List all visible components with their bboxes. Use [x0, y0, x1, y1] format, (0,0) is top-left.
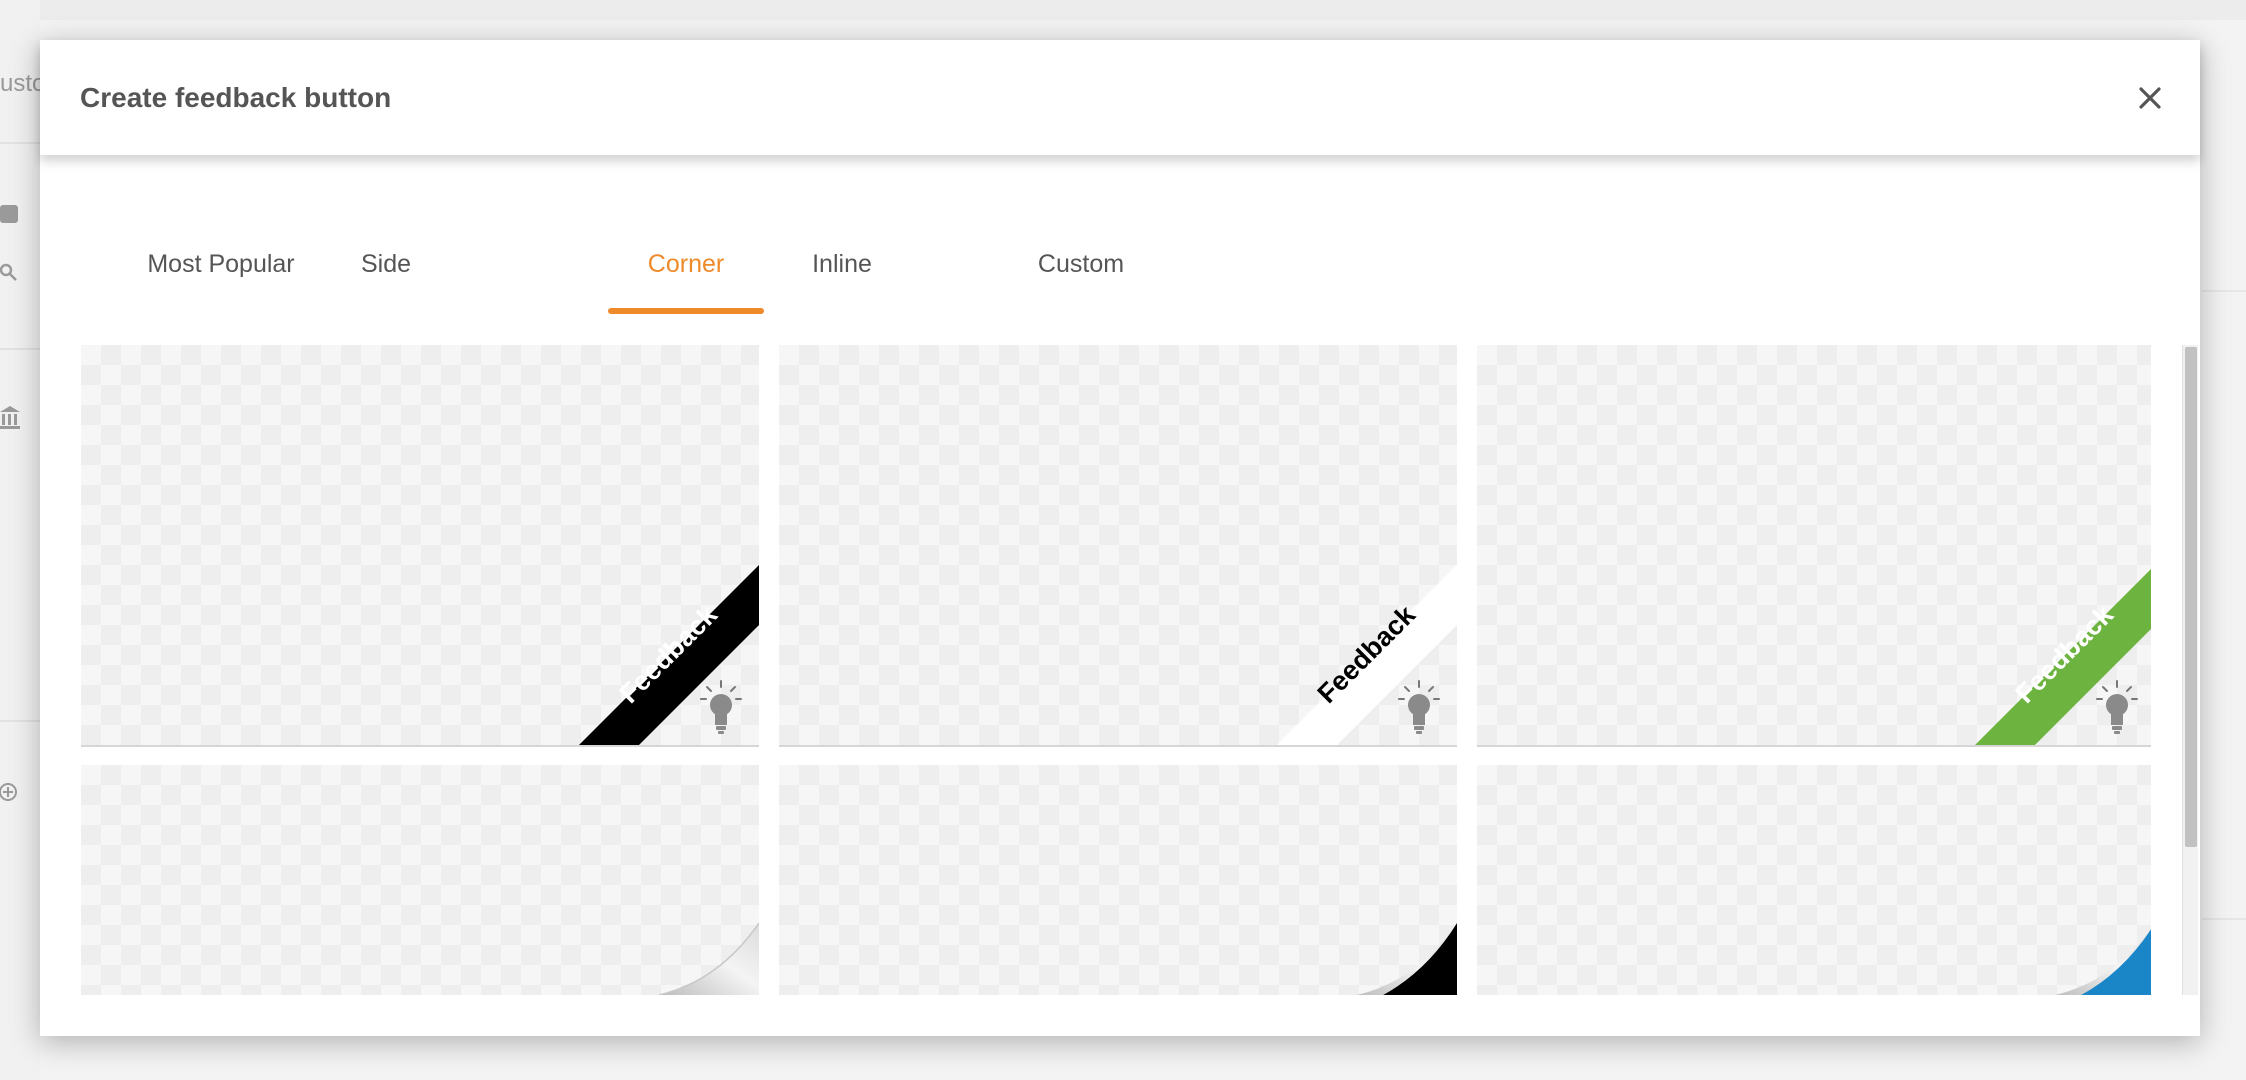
active-tab-indicator: [608, 308, 764, 314]
lightbulb-icon: [1397, 679, 1441, 737]
corner-ribbon-black-card[interactable]: Feedback: [81, 345, 759, 747]
page-curl-blue-card[interactable]: [1477, 765, 2151, 995]
page-curl-black-card[interactable]: [779, 765, 1457, 995]
dialog-header: Create feedback button: [40, 40, 2200, 155]
bank-icon: [0, 406, 20, 429]
background-sidebar: usto: [0, 0, 45, 1080]
lightbulb-icon: [699, 679, 743, 737]
background-topbar: [0, 0, 2246, 20]
tab-most-popular[interactable]: Most Popular: [120, 250, 322, 314]
search-icon: [0, 262, 20, 282]
background-sidebar-fragment: usto: [0, 70, 46, 97]
corner-ribbon-white-card[interactable]: Feedback: [779, 345, 1457, 747]
background-divider: [0, 720, 40, 722]
background-divider: [2202, 290, 2246, 292]
tab-label: Custom: [1037, 250, 1125, 278]
page-curl: [2055, 923, 2151, 995]
dialog-title: Create feedback button: [80, 82, 392, 113]
add-circle-icon: [0, 782, 20, 802]
create-feedback-button-dialog: Create feedback button Most Popular Side…: [40, 40, 2200, 1036]
button-style-grid: Feedback Feedback Feedback: [81, 345, 2151, 995]
close-icon: [2139, 87, 2161, 109]
page-curl: [1357, 923, 1457, 995]
close-button[interactable]: [2128, 76, 2172, 120]
tab-label: Corner: [647, 250, 725, 278]
lightbulb-icon: [2095, 679, 2139, 737]
tab-label: Side: [360, 250, 412, 278]
tab-custom[interactable]: Custom: [1026, 250, 1136, 314]
background-divider: [2202, 918, 2246, 920]
background-divider: [0, 142, 40, 144]
corner-ribbon-green-card[interactable]: Feedback: [1477, 345, 2151, 747]
tab-corner[interactable]: Corner: [608, 250, 764, 314]
background-divider: [0, 348, 40, 350]
tab-label: Most Popular: [147, 250, 295, 278]
scrollbar-thumb[interactable]: [2185, 347, 2197, 847]
tab-inline[interactable]: Inline: [804, 250, 880, 314]
page-curl: [658, 922, 759, 995]
grid-scrollbar[interactable]: [2182, 345, 2198, 995]
search-badge-icon: [0, 205, 18, 223]
tab-label: Inline: [812, 250, 872, 278]
page-curl-white-card[interactable]: [81, 765, 759, 995]
tab-side[interactable]: Side: [356, 250, 416, 314]
